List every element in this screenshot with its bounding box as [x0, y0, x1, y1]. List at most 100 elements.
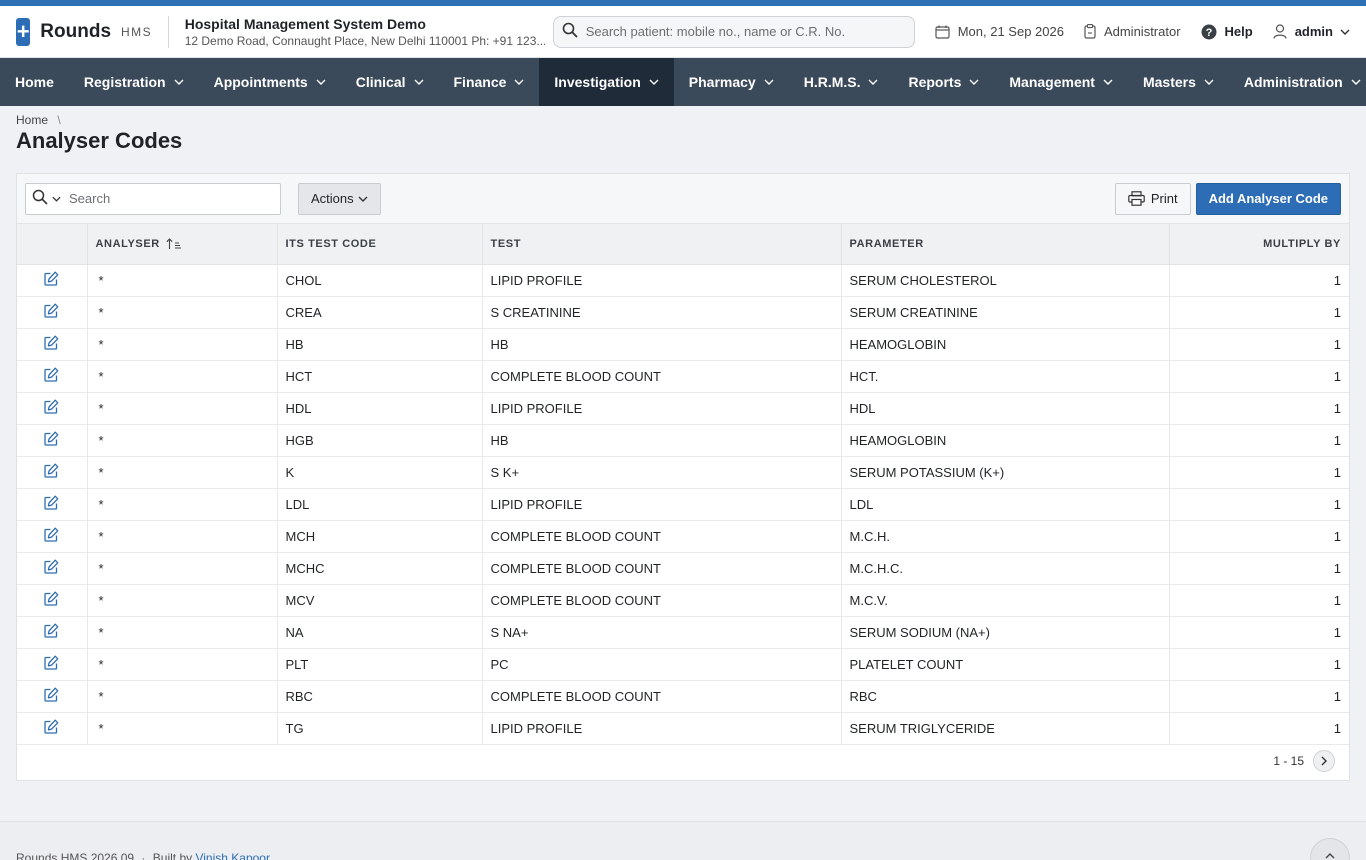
test-cell: LIPID PROFILE: [482, 392, 842, 425]
chevron-down-icon: [316, 79, 326, 85]
user-icon: [1273, 24, 1287, 39]
edit-icon[interactable]: [44, 719, 59, 734]
parameter-cell: HEAMOGLOBIN: [841, 424, 1170, 457]
nav-clinical[interactable]: Clinical: [341, 58, 439, 106]
nav-registration[interactable]: Registration: [69, 58, 199, 106]
print-button[interactable]: Print: [1114, 182, 1191, 215]
header-divider: [168, 15, 169, 48]
nav-hrms[interactable]: H.R.M.S.: [789, 58, 894, 106]
nav-investigation[interactable]: Investigation: [539, 58, 674, 106]
edit-icon[interactable]: [44, 303, 59, 318]
report-search-box[interactable]: [25, 182, 281, 215]
role-switcher[interactable]: Administrator: [1084, 24, 1181, 39]
search-icon[interactable]: [32, 189, 48, 208]
actions-menu-button[interactable]: Actions: [298, 182, 381, 215]
chevron-down-icon: [174, 79, 184, 85]
edit-icon[interactable]: [44, 495, 59, 510]
next-page-button[interactable]: [1313, 750, 1335, 772]
table-row: * K S K+ SERUM POTASSIUM (K+) 1: [17, 456, 1349, 489]
plus-icon[interactable]: +: [16, 17, 31, 46]
test-cell: COMPLETE BLOOD COUNT: [482, 520, 842, 553]
nav-pharmacy[interactable]: Pharmacy: [674, 58, 789, 106]
test-cell: PC: [482, 648, 842, 681]
edit-icon[interactable]: [44, 655, 59, 670]
print-label: Print: [1150, 191, 1178, 206]
its-test-code-cell: MCHC: [277, 552, 483, 585]
help-link[interactable]: ? Help: [1201, 24, 1253, 40]
org-address: 12 Demo Road, Connaught Place, New Delhi…: [184, 33, 545, 48]
nav-appointments[interactable]: Appointments: [199, 58, 341, 106]
nav-management-label: Management: [1009, 74, 1095, 90]
test-cell: HB: [482, 424, 842, 457]
footer-author-link[interactable]: Vinish Kapoor: [195, 851, 270, 860]
patient-search-box[interactable]: [552, 15, 915, 48]
chevron-down-icon: [649, 79, 659, 85]
footer-built-by: Built by: [152, 851, 193, 860]
table-header-row: ANALYSER ITS TEST CODE TEST PARAMETER MU…: [17, 224, 1349, 265]
edit-icon[interactable]: [44, 591, 59, 606]
chevron-down-icon[interactable]: [52, 196, 61, 202]
user-menu[interactable]: admin: [1273, 24, 1350, 39]
table-row: * TG LIPID PROFILE SERUM TRIGLYCERIDE 1: [17, 712, 1349, 745]
chevron-down-icon: [1103, 79, 1113, 85]
report-search-input[interactable]: [69, 191, 269, 206]
column-header-parameter[interactable]: PARAMETER: [841, 224, 1170, 265]
edit-cell: [17, 680, 88, 713]
chevron-down-icon: [358, 196, 368, 202]
chevron-right-icon: [1321, 756, 1327, 766]
nav-reports-label: Reports: [908, 74, 962, 90]
role-label: Administrator: [1103, 24, 1181, 39]
multiply-by-cell: 1: [1169, 552, 1349, 585]
sort-ascending-icon[interactable]: [166, 238, 182, 250]
nav-home-label: Home: [15, 74, 54, 90]
nav-administration[interactable]: Administration: [1229, 58, 1366, 106]
patient-search-input[interactable]: [585, 24, 906, 39]
clipboard-icon: [1084, 24, 1096, 39]
column-header-multiply-by[interactable]: MULTIPLY BY: [1169, 224, 1349, 265]
nav-management[interactable]: Management: [994, 58, 1128, 106]
current-date: Mon, 21 Sep 2026: [935, 24, 1064, 39]
analyser-cell: *: [87, 648, 278, 681]
edit-icon[interactable]: [44, 527, 59, 542]
nav-finance-label: Finance: [453, 74, 507, 90]
edit-icon[interactable]: [44, 271, 59, 286]
table-row: * CHOL LIPID PROFILE SERUM CHOLESTEROL 1: [17, 264, 1349, 297]
parameter-cell: HCT.: [841, 360, 1170, 393]
parameter-cell: SERUM SODIUM (NA+): [841, 616, 1170, 649]
column-header-its-test-code[interactable]: ITS TEST CODE: [277, 224, 483, 265]
column-header-analyser[interactable]: ANALYSER: [87, 224, 278, 265]
edit-icon[interactable]: [44, 399, 59, 414]
main-navigation: Home Registration Appointments Clinical …: [0, 58, 1366, 106]
edit-cell: [17, 360, 88, 393]
nav-finance[interactable]: Finance: [439, 58, 540, 106]
edit-icon[interactable]: [44, 367, 59, 382]
parameter-cell: M.C.H.C.: [841, 552, 1170, 585]
table-row: * HDL LIPID PROFILE HDL 1: [17, 392, 1349, 425]
nav-investigation-label: Investigation: [554, 74, 641, 90]
edit-icon[interactable]: [44, 431, 59, 446]
add-analyser-code-button[interactable]: Add Analyser Code: [1195, 182, 1341, 215]
edit-cell: [17, 264, 88, 297]
analyser-cell: *: [87, 360, 278, 393]
parameter-cell: HEAMOGLOBIN: [841, 328, 1170, 361]
edit-icon[interactable]: [44, 463, 59, 478]
edit-icon[interactable]: [44, 623, 59, 638]
analyser-cell: *: [87, 392, 278, 425]
edit-icon[interactable]: [44, 559, 59, 574]
breadcrumb-home[interactable]: Home: [16, 113, 48, 127]
nav-reports[interactable]: Reports: [893, 58, 994, 106]
edit-icon[interactable]: [44, 687, 59, 702]
brand-name[interactable]: Rounds: [40, 21, 111, 43]
multiply-by-cell: 1: [1169, 392, 1349, 425]
printer-icon: [1128, 191, 1145, 206]
nav-masters[interactable]: Masters: [1128, 58, 1229, 106]
nav-appointments-label: Appointments: [213, 74, 308, 90]
test-cell: COMPLETE BLOOD COUNT: [482, 584, 842, 617]
nav-home[interactable]: Home: [0, 58, 69, 106]
its-test-code-cell: HDL: [277, 392, 483, 425]
column-header-test[interactable]: TEST: [482, 224, 842, 265]
calendar-icon: [935, 25, 950, 39]
analyser-cell: *: [87, 456, 278, 489]
edit-cell: [17, 584, 88, 617]
edit-icon[interactable]: [44, 335, 59, 350]
